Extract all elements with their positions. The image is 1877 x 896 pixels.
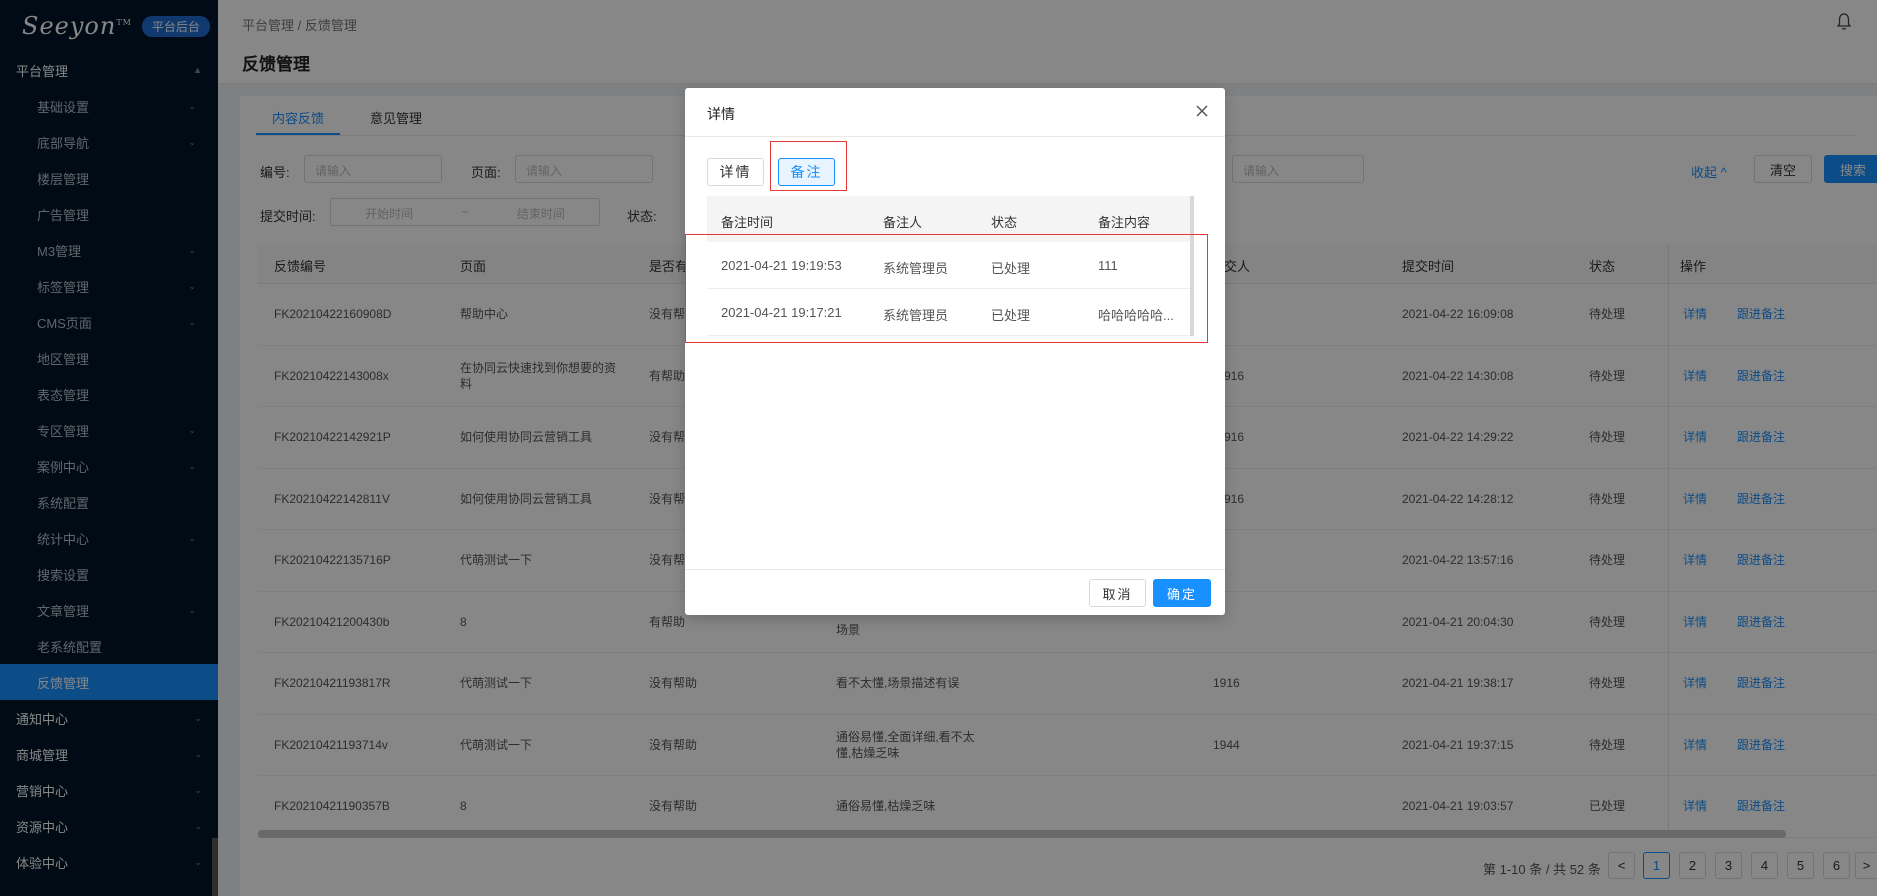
modal-tab-detail[interactable]: 详情	[707, 158, 764, 186]
th-note-person: 备注人	[883, 215, 923, 230]
detail-modal: 详情 详情 备注 备注时间 备注人 状态 备注内容 2021-04-21 19:…	[685, 88, 1225, 615]
modal-header-divider	[685, 136, 1225, 137]
highlight-box-tab	[770, 141, 847, 191]
modal-footer-divider	[685, 569, 1225, 570]
close-icon[interactable]	[1193, 102, 1211, 120]
th-note-time: 备注时间	[721, 215, 774, 230]
th-note-status: 状态	[991, 215, 1018, 230]
modal-title: 详情	[707, 106, 735, 122]
cancel-button[interactable]: 取消	[1089, 579, 1146, 607]
ok-button[interactable]: 确定	[1153, 579, 1211, 607]
th-note-content: 备注内容	[1098, 215, 1151, 230]
highlight-box-rows	[685, 234, 1208, 343]
